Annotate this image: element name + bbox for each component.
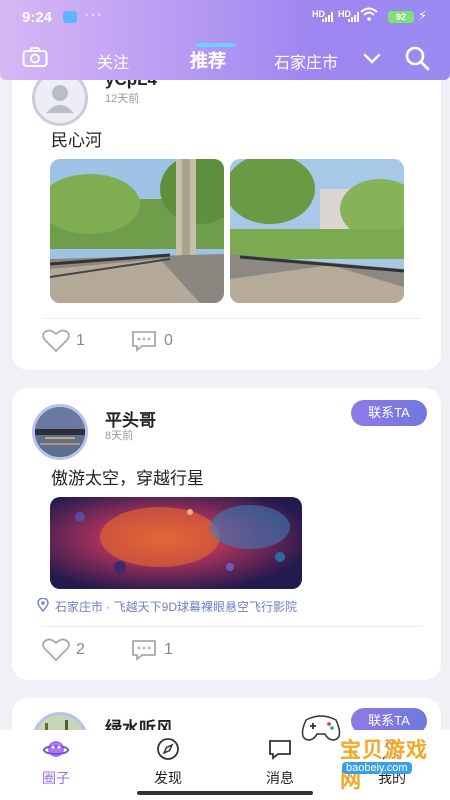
post-photo[interactable] xyxy=(230,159,404,303)
post-card[interactable]: 平头哥 8天前 联系TA 傲游太空，穿越行星 石家庄市 · 飞越天下9D球幕裸眼… xyxy=(12,388,441,680)
status-time: 9:24 xyxy=(22,9,53,26)
wifi-icon xyxy=(360,7,378,21)
contact-button[interactable]: 联系TA xyxy=(351,400,427,426)
planet-icon xyxy=(43,741,69,757)
comment-icon xyxy=(132,331,156,352)
comment-button[interactable]: 0 xyxy=(130,329,190,353)
park-photo-image xyxy=(50,159,224,303)
more-notifications-icon: ··· xyxy=(84,6,103,23)
comment-count: 1 xyxy=(164,641,173,658)
signal-icon xyxy=(322,12,333,22)
post-location[interactable]: 石家庄市 · 飞越天下9D球幕裸眼悬空飞行影院 xyxy=(55,598,297,615)
avatar[interactable] xyxy=(32,404,88,460)
home-indicator[interactable] xyxy=(137,791,313,795)
watermark-url: baobeiy.com xyxy=(342,762,412,774)
post-card[interactable]: yCpL4 12天前 民心河 1 xyxy=(12,48,441,370)
heart-icon xyxy=(42,638,70,662)
post-photo[interactable] xyxy=(50,159,224,303)
notification-app-icon xyxy=(63,11,77,23)
bottom-tab-label: 圈子 xyxy=(42,770,70,786)
tab-follow[interactable]: 关注 xyxy=(97,49,129,73)
heart-icon xyxy=(42,329,70,353)
gamepad-logo-icon xyxy=(301,715,341,741)
bottom-tab-circle[interactable]: 圈子 xyxy=(26,736,86,788)
post-photo[interactable] xyxy=(50,497,302,589)
comment-count: 0 xyxy=(164,332,173,349)
battery-indicator: 92 xyxy=(388,11,414,23)
divider xyxy=(42,626,421,627)
post-text: 傲游太空，穿越行星 xyxy=(51,469,204,488)
lake-avatar-image xyxy=(35,407,85,457)
camera-icon[interactable] xyxy=(22,46,48,68)
top-header: 9:24 ··· HD HD 92 ⚡ 关注 推荐 石家庄市 xyxy=(0,0,450,80)
bottom-tab-discover[interactable]: 发现 xyxy=(138,736,198,788)
like-count: 2 xyxy=(76,641,85,658)
city-selector[interactable]: 石家庄市 xyxy=(274,49,338,73)
charging-icon: ⚡ xyxy=(418,8,428,23)
status-bar: 9:24 ··· HD HD 92 ⚡ xyxy=(0,0,450,34)
compass-icon xyxy=(157,738,179,760)
chevron-down-icon[interactable] xyxy=(362,50,382,66)
message-icon xyxy=(269,740,291,760)
location-pin-icon xyxy=(37,598,49,612)
signal-icon xyxy=(348,12,359,22)
tab-recommend[interactable]: 推荐 xyxy=(190,47,226,73)
top-nav: 关注 推荐 石家庄市 xyxy=(0,40,450,78)
post-text: 民心河 xyxy=(51,131,102,150)
like-button[interactable]: 1 xyxy=(42,329,102,353)
like-button[interactable]: 2 xyxy=(42,638,102,662)
watermark: 宝贝游戏网 baobeiy.com xyxy=(296,704,446,792)
post-time: 8天前 xyxy=(105,430,134,442)
search-icon[interactable] xyxy=(404,45,430,71)
comment-button[interactable]: 1 xyxy=(130,638,190,662)
park-photo-image xyxy=(230,159,404,303)
space-photo-image xyxy=(50,497,302,589)
post-time: 12天前 xyxy=(105,93,140,105)
bottom-tab-label: 发现 xyxy=(154,770,182,786)
comment-icon xyxy=(132,640,156,661)
like-count: 1 xyxy=(76,332,85,349)
default-avatar-icon xyxy=(46,85,74,113)
divider xyxy=(42,318,421,319)
